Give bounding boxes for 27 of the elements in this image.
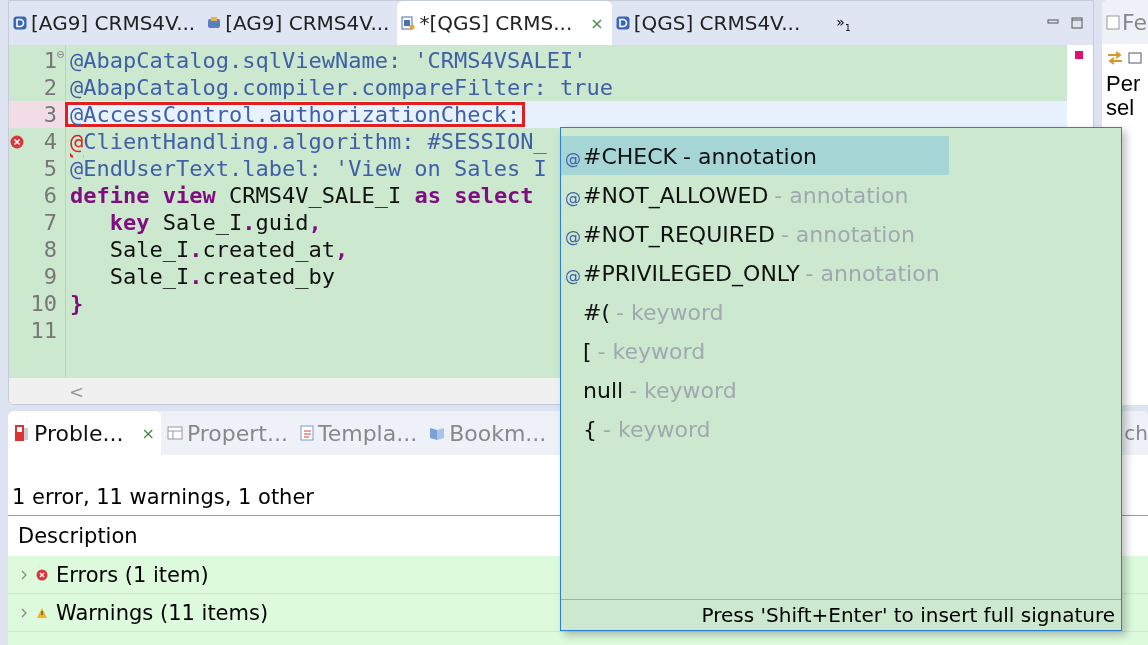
code-line: define view CRMS4V_SALE_I as select [70,183,534,208]
annotation-icon: @ [565,139,583,178]
panel-text: sel [1105,96,1136,120]
line-number: 8 [42,236,57,263]
annotation-icon: @ [565,256,583,295]
annotation-icon: @ [565,178,583,217]
code-line: @AbapCatalog.compiler.compareFilter: true [70,75,614,100]
panel-text: Per [1105,72,1142,96]
line-number: 10 [29,290,57,317]
code-line: @ClientHandling.algorithm: #SESSION_ [70,129,547,154]
code-line: key Sale_I.guid, [108,210,322,235]
line-number: 1 [42,47,57,74]
line-number: 2 [42,74,57,101]
code-line: @EndUserText.label: 'View on Sales I [70,156,547,181]
code-line: @AbapCatalog.sqlViewName: 'CRMS4VSALEI' [70,48,587,73]
hint-text: Press 'Shift+Enter' to insert full signature [701,603,1115,627]
line-number: 9 [42,263,57,290]
line-number: 7 [42,209,57,236]
code-line: Sale_I.created_at, [108,237,349,262]
line-number: 5 [42,155,57,182]
line-number: 4 [42,128,57,155]
line-number: 6 [42,182,57,209]
code-line: Sale_I.created_by [108,264,335,289]
code-line: } [70,291,84,316]
annotation-icon: @ [565,217,583,256]
line-number: 11 [29,317,57,344]
line-number: 3 [42,101,57,128]
